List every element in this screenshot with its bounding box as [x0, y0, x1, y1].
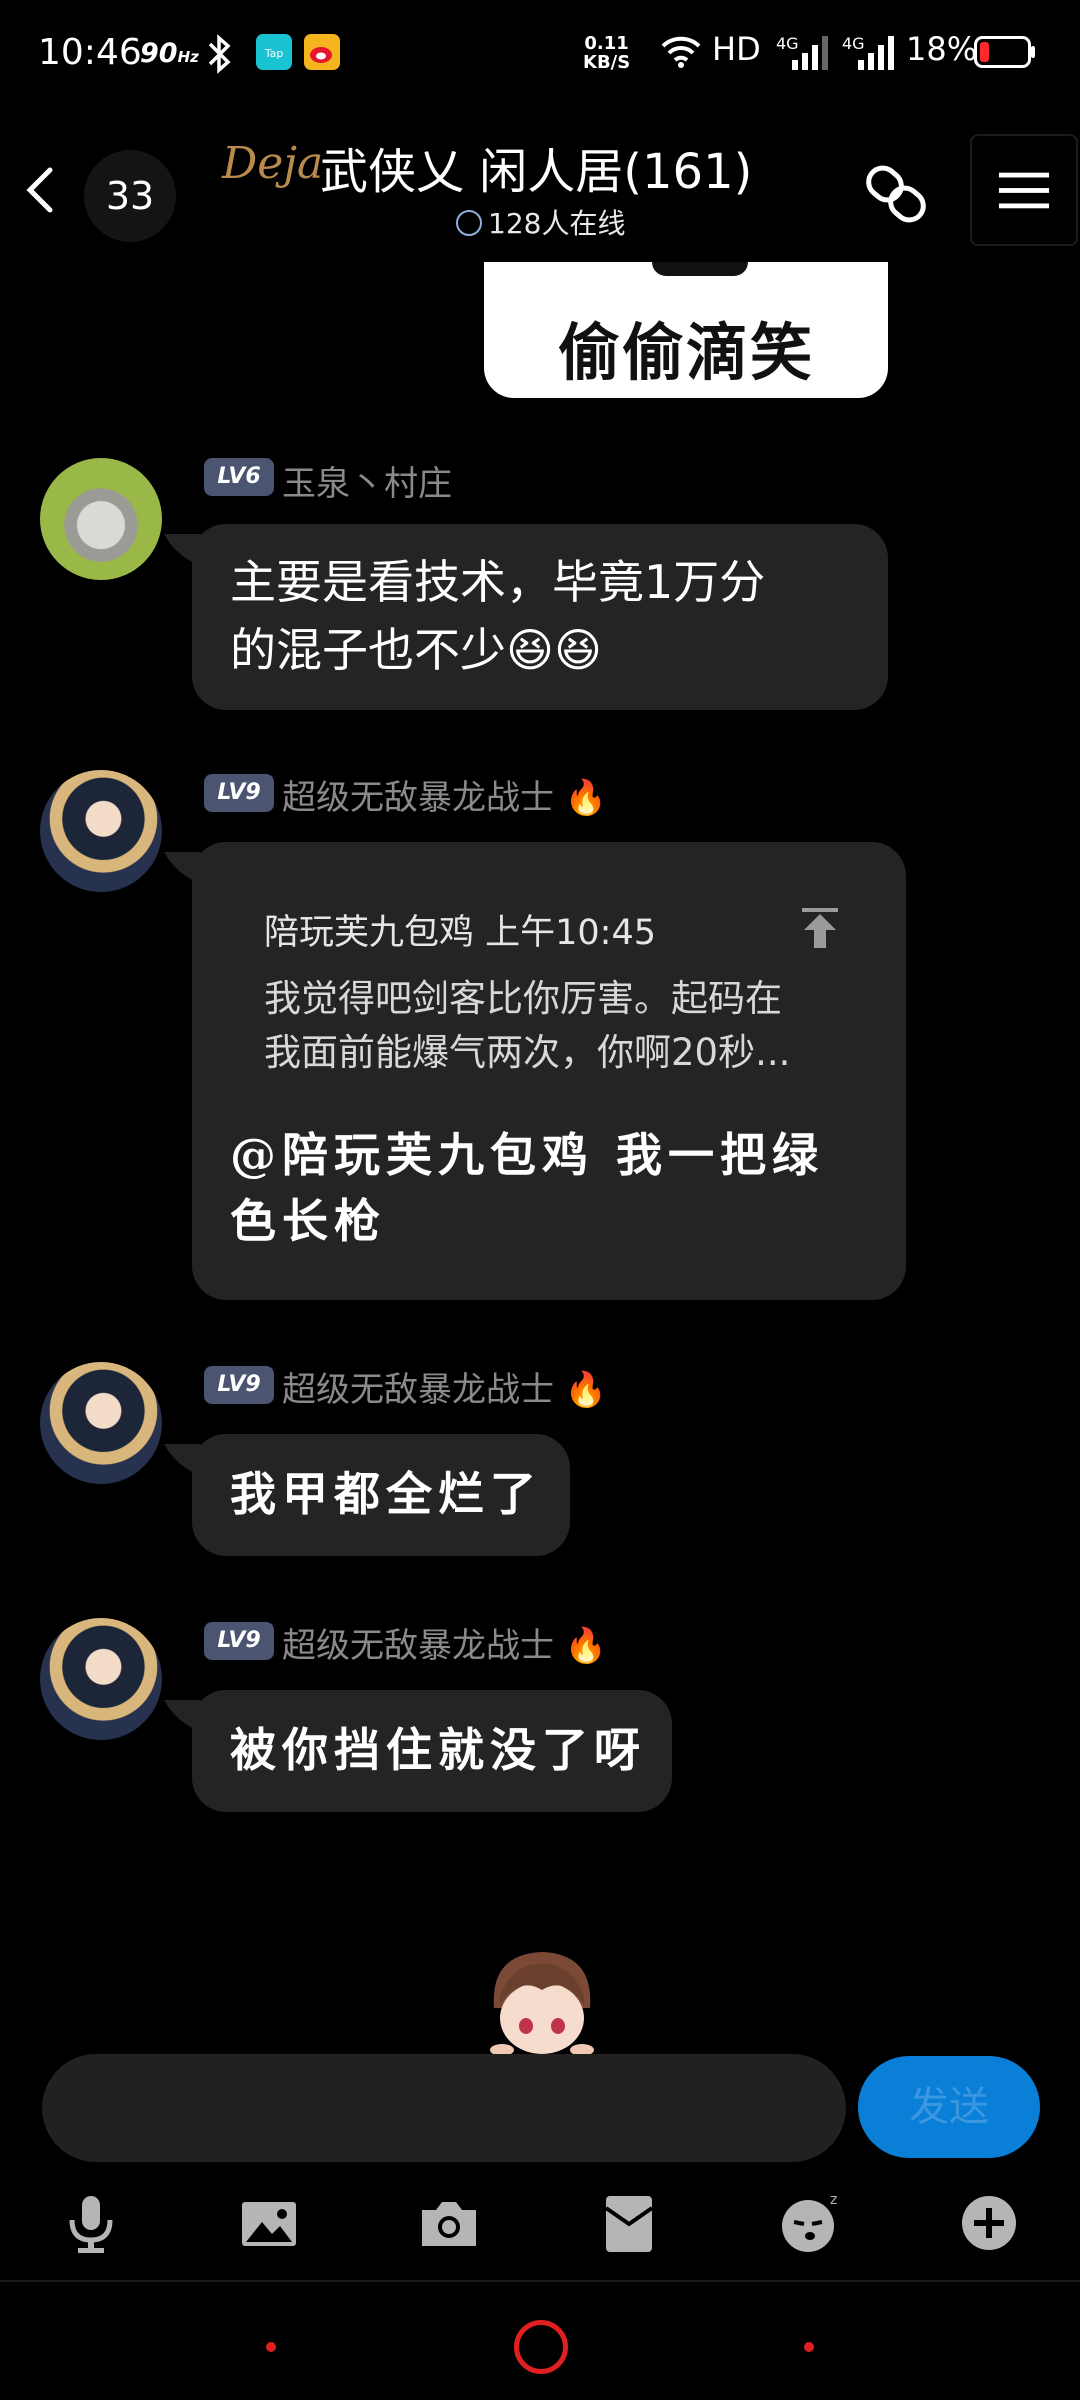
message-item: LV6 玉泉丶村庄 主要是看技术，毕竟1万分 的混子也不少😆😆: [0, 458, 1080, 718]
signal-icon-1: [792, 36, 828, 70]
status-time: 10:46: [38, 32, 142, 73]
group-title[interactable]: 武侠乂 闲人居(161): [320, 132, 752, 202]
anime-avatar[interactable]: [40, 770, 162, 892]
system-nav-bar: [0, 2280, 1080, 2400]
signal-icon-2: [858, 36, 894, 70]
svg-text:Tap: Tap: [264, 47, 284, 60]
jump-to-quote-icon[interactable]: [800, 906, 840, 950]
level-badge: LV9: [204, 1622, 274, 1660]
peeking-mascot-icon[interactable]: [480, 1946, 604, 2054]
sticker-message[interactable]: 偷偷滴笑: [484, 262, 888, 398]
plus-icon[interactable]: [956, 2190, 1022, 2256]
message-item: LV9 超级无敌暴龙战士 🔥 被你挡住就没了呀: [0, 1618, 1080, 1818]
battery-icon: [974, 36, 1035, 68]
unread-count-badge[interactable]: 33: [84, 150, 176, 242]
anime-avatar[interactable]: [40, 1362, 162, 1484]
link-icon[interactable]: [858, 156, 934, 232]
menu-button[interactable]: [970, 134, 1078, 246]
taptap-app-icon: Tap: [256, 34, 292, 70]
refresh-rate: 90Hz: [140, 38, 199, 69]
red-packet-icon[interactable]: [596, 2190, 662, 2256]
back-button[interactable]: [12, 150, 72, 230]
nav-back-button[interactable]: [804, 2342, 814, 2352]
message-bubble[interactable]: 主要是看技术，毕竟1万分 的混子也不少😆😆: [192, 524, 888, 710]
fire-icon: 🔥: [564, 1370, 608, 1410]
online-check-icon: [456, 210, 482, 236]
message-bubble[interactable]: 我甲都全烂了: [192, 1434, 570, 1556]
wifi-icon: [661, 36, 701, 68]
anime-avatar[interactable]: [40, 1618, 162, 1740]
message-item: LV9 超级无敌暴龙战士 🔥 陪玩芙九包鸡 上午10:45 我觉得吧剑客比你厉害…: [0, 770, 1080, 1310]
message-text: 我甲都全烂了: [230, 1467, 542, 1521]
sticker-text: 偷偷滴笑: [557, 316, 814, 389]
sender-name[interactable]: 玉泉丶村庄: [282, 456, 452, 505]
level-badge: LV9: [204, 774, 274, 812]
message-bubble[interactable]: 被你挡住就没了呀: [192, 1690, 672, 1812]
message-item: LV9 超级无敌暴龙战士 🔥 我甲都全烂了: [0, 1362, 1080, 1562]
sender-name[interactable]: 超级无敌暴龙战士 🔥: [282, 1362, 607, 1411]
sender-name[interactable]: 超级无敌暴龙战士 🔥: [282, 770, 607, 819]
status-bar: 10:46 90Hz Tap 0.11 KB/S HD 4G 4G 18%: [0, 0, 1080, 110]
nav-home-button[interactable]: [514, 2320, 568, 2374]
network-speed: 0.11 KB/S: [583, 33, 631, 73]
bluetooth-icon: [208, 34, 231, 74]
battery-percent: 18%: [906, 30, 978, 68]
send-button[interactable]: 发送: [858, 2056, 1040, 2158]
input-toolbar: z: [0, 2170, 1080, 2280]
image-icon[interactable]: [236, 2190, 302, 2256]
reply-text: @陪玩芙九包鸡 我一把绿 色长枪: [230, 1128, 825, 1248]
svg-text:z: z: [830, 2192, 837, 2208]
cat-avatar[interactable]: [40, 458, 162, 580]
level-badge: LV9: [204, 1366, 274, 1404]
reply-bubble[interactable]: 陪玩芙九包鸡 上午10:45 我觉得吧剑客比你厉害。起码在 我面前能爆气两次，你…: [192, 842, 906, 1300]
microphone-icon[interactable]: [58, 2190, 124, 2256]
sticker-decoration: [652, 262, 748, 276]
sender-name[interactable]: 超级无敌暴龙战士 🔥: [282, 1618, 607, 1667]
chat-header: 33 Deja 武侠乂 闲人居(161) 128人在线: [0, 110, 1080, 260]
message-text: 主要是看技术，毕竟1万分 的混子也不少😆😆: [230, 555, 766, 677]
level-badge: LV6: [204, 458, 274, 496]
fire-icon: 🔥: [564, 778, 608, 818]
weibo-app-icon: [304, 34, 340, 70]
message-input[interactable]: [42, 2054, 846, 2162]
emoji-icon[interactable]: z: [776, 2190, 842, 2256]
quoted-message: 我觉得吧剑客比你厉害。起码在 我面前能爆气两次，你啊20秒...: [264, 977, 791, 1074]
message-text: 被你挡住就没了呀: [230, 1723, 646, 1777]
online-status: 128人在线: [456, 202, 625, 242]
camera-icon[interactable]: [416, 2190, 482, 2256]
deja-logo: Deja: [222, 138, 324, 189]
laughing-emoji-icon: 😆😆: [506, 623, 602, 677]
nav-menu-button[interactable]: [266, 2342, 276, 2352]
fire-icon: 🔥: [564, 1626, 608, 1666]
quoted-sender-time: 陪玩芙九包鸡 上午10:45: [264, 913, 656, 953]
hd-label: HD: [712, 30, 761, 68]
